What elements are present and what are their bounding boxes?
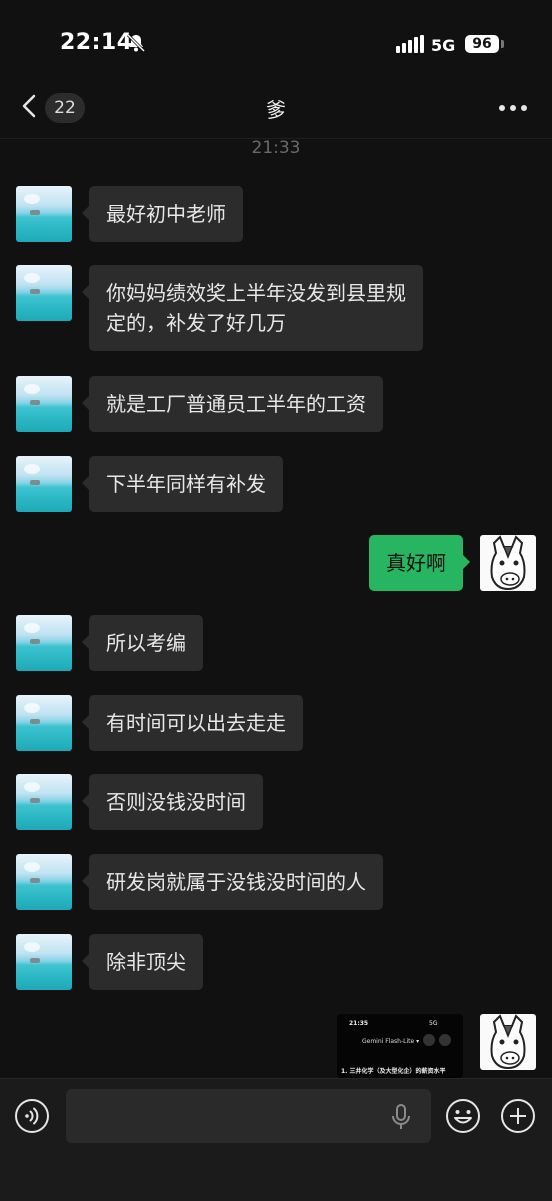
chat-title: 爹 bbox=[266, 98, 286, 122]
mic-icon[interactable] bbox=[390, 1103, 412, 1131]
message-bubble-received[interactable]: 除非顶尖 bbox=[82, 934, 203, 990]
thumb-icon bbox=[439, 1034, 451, 1046]
thumb-time: 21:35 bbox=[349, 1020, 369, 1027]
horse-doodle-icon bbox=[490, 1014, 526, 1070]
chat-header: 22 爹 bbox=[0, 70, 552, 139]
message-bubble-received[interactable]: 就是工厂普通员工半年的工资 bbox=[82, 376, 383, 432]
message-bubble-received[interactable]: 下半年同样有补发 bbox=[82, 456, 283, 512]
more-icon[interactable] bbox=[498, 104, 528, 112]
contact-avatar[interactable] bbox=[16, 376, 72, 432]
network-type: 5G bbox=[431, 36, 456, 55]
self-avatar[interactable] bbox=[480, 1014, 536, 1070]
contact-avatar[interactable] bbox=[16, 774, 72, 830]
message-bubble-received[interactable]: 否则没钱没时间 bbox=[82, 774, 263, 830]
status-bar: 22:14 5G 96 bbox=[0, 0, 552, 70]
emoji-icon[interactable] bbox=[445, 1098, 481, 1134]
thumb-text-line: 1. 三井化学（及大型化企）的薪资水平 bbox=[341, 1068, 446, 1075]
thumb-signal: 5G bbox=[429, 1020, 438, 1027]
message-bubble-sent[interactable]: 真好啊 bbox=[369, 535, 470, 591]
battery-level: 96 bbox=[465, 35, 499, 53]
thumb-icon bbox=[423, 1034, 435, 1046]
contact-avatar[interactable] bbox=[16, 456, 72, 512]
contact-avatar[interactable] bbox=[16, 695, 72, 751]
contact-avatar[interactable] bbox=[16, 615, 72, 671]
contact-avatar[interactable] bbox=[16, 265, 72, 321]
contact-avatar[interactable] bbox=[16, 854, 72, 910]
plus-icon[interactable] bbox=[500, 1098, 536, 1134]
contact-avatar[interactable] bbox=[16, 934, 72, 990]
message-timestamp: 21:33 bbox=[251, 138, 301, 158]
thumb-app-title: Gemini Flash-Lite ▾ bbox=[362, 1038, 420, 1045]
status-time: 22:14 bbox=[60, 30, 133, 55]
contact-avatar[interactable] bbox=[16, 186, 72, 242]
message-bubble-received[interactable]: 最好初中老师 bbox=[82, 186, 243, 242]
input-bar bbox=[0, 1078, 552, 1201]
horse-doodle-icon bbox=[490, 535, 526, 591]
signal-icon bbox=[396, 35, 424, 53]
message-bubble-received[interactable]: 有时间可以出去走走 bbox=[82, 695, 303, 751]
battery-tip bbox=[501, 40, 504, 48]
message-input[interactable] bbox=[66, 1089, 431, 1143]
message-bubble-received[interactable]: 研发岗就属于没钱没时间的人 bbox=[82, 854, 383, 910]
message-bubble-received[interactable]: 你妈妈绩效奖上半年没发到县里规 定的，补发了好几万 bbox=[82, 265, 423, 351]
voice-icon[interactable] bbox=[14, 1098, 50, 1134]
message-bubble-received[interactable]: 所以考编 bbox=[82, 615, 203, 671]
sent-screenshot-image[interactable]: 21:35 5G Gemini Flash-Lite ▾ 1. 三井化学（及大型… bbox=[337, 1014, 463, 1078]
bell-off-icon bbox=[126, 33, 146, 53]
self-avatar[interactable] bbox=[480, 535, 536, 591]
